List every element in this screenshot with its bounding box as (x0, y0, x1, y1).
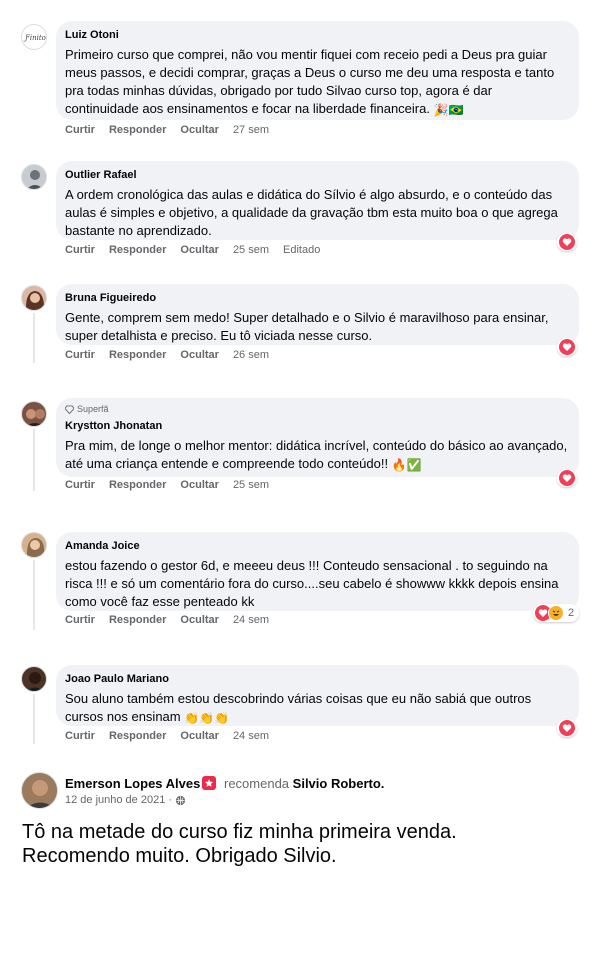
reply-button[interactable]: Responder (109, 124, 166, 136)
comment-author[interactable]: Krystton Jhonatan (65, 419, 569, 434)
comment-bubble: Joao Paulo Mariano Sou aluno também esto… (56, 665, 579, 726)
comment-time[interactable]: 25 sem (233, 479, 269, 491)
thread-line (33, 313, 35, 363)
reply-button[interactable]: Responder (109, 730, 166, 742)
like-button[interactable]: Curtir (65, 479, 95, 491)
post-text-line: Recomendo muito. Obrigado Silvio. (22, 845, 337, 867)
reaction-summary[interactable] (557, 338, 577, 356)
recommended-page-link[interactable]: Silvio Roberto. (293, 776, 385, 791)
comment-actions: Curtir Responder Ocultar 25 sem Editado (65, 244, 334, 256)
comment-text: A ordem cronológica das aulas e didática… (65, 187, 558, 238)
comment-time[interactable]: 27 sem (233, 124, 269, 136)
reaction-summary[interactable] (557, 719, 577, 737)
like-button[interactable]: Curtir (65, 124, 95, 136)
reaction-summary[interactable] (557, 469, 577, 487)
avatar[interactable] (21, 532, 47, 558)
reaction-summary[interactable] (557, 233, 577, 251)
comment-time[interactable]: 24 sem (233, 730, 269, 742)
superfan-badge[interactable]: Superfã (65, 403, 569, 416)
comment-time[interactable]: 26 sem (233, 349, 269, 361)
heart-icon (559, 339, 575, 355)
comment-bubble: Bruna Figueiredo Gente, comprem sem medo… (56, 284, 579, 345)
comment-actions: Curtir Responder Ocultar 27 sem (65, 124, 283, 136)
avatar[interactable] (21, 666, 47, 692)
reaction-count: 2 (568, 607, 575, 619)
hide-button[interactable]: Ocultar (180, 124, 219, 136)
edited-label[interactable]: Editado (283, 244, 320, 256)
comment-bubble: Outlier Rafael A ordem cronológica das a… (56, 161, 579, 240)
post-author-name[interactable]: Emerson Lopes Alves (65, 776, 200, 791)
thread-line (33, 694, 35, 744)
comment-actions: Curtir Responder Ocultar 24 sem (65, 730, 283, 742)
reply-button[interactable]: Responder (109, 614, 166, 626)
post-date: 12 de junho de 2021 · (65, 794, 186, 806)
comment-actions: Curtir Responder Ocultar 25 sem (65, 479, 283, 491)
avatar[interactable] (21, 401, 47, 427)
thread-line (33, 560, 35, 630)
avatar[interactable]: Ƒinito (21, 24, 47, 50)
comment-emoji: 🎉🇧🇷 (433, 103, 464, 117)
hide-button[interactable]: Ocultar (180, 614, 219, 626)
post-timestamp[interactable]: 12 de junho de 2021 · (65, 794, 172, 806)
reply-button[interactable]: Responder (109, 479, 166, 491)
comment-actions: Curtir Responder Ocultar 26 sem (65, 349, 283, 361)
heart-icon (559, 720, 575, 736)
comment-bubble: Superfã Krystton Jhonatan Pra mim, de lo… (56, 398, 579, 477)
comment-author[interactable]: Outlier Rafael (65, 168, 569, 183)
like-button[interactable]: Curtir (65, 614, 95, 626)
superfan-label: Superfã (77, 404, 109, 414)
heart-icon (559, 470, 575, 486)
comment-author[interactable]: Bruna Figueiredo (65, 291, 569, 306)
comment-time[interactable]: 25 sem (233, 244, 269, 256)
comment-emoji: 🔥✅ (391, 458, 422, 472)
avatar[interactable] (21, 285, 47, 311)
comment-actions: Curtir Responder Ocultar 24 sem (65, 614, 283, 626)
comment-bubble: Amanda Joice estou fazendo o gestor 6d, … (56, 532, 579, 611)
comment-text: Primeiro curso que comprei, não vou ment… (65, 47, 555, 117)
like-button[interactable]: Curtir (65, 244, 95, 256)
reply-button[interactable]: Responder (109, 244, 166, 256)
globe-icon (175, 795, 186, 805)
diamond-icon (65, 405, 74, 414)
avatar[interactable] (21, 164, 47, 190)
post-body: Tô na metade do curso fiz minha primeira… (22, 820, 582, 868)
comment-author[interactable]: Joao Paulo Mariano (65, 672, 569, 687)
recommend-icon (202, 776, 217, 790)
heart-icon (559, 234, 575, 250)
post-header: Emerson Lopes Alves recomenda Silvio Rob… (65, 775, 384, 792)
like-button[interactable]: Curtir (65, 730, 95, 742)
comment-text: Gente, comprem sem medo! Super detalhado… (65, 310, 549, 343)
svg-text:Ƒinito: Ƒinito (23, 34, 46, 42)
comment-text: Sou aluno também estou descobrindo vária… (65, 691, 532, 725)
post-author-avatar[interactable] (21, 772, 58, 809)
comment-author[interactable]: Luiz Otoni (65, 28, 569, 43)
post-text-line: Tô na metade do curso fiz minha primeira… (22, 821, 457, 843)
comment-text: Pra mim, de longe o melhor mentor: didát… (65, 438, 568, 472)
thread-line (33, 429, 35, 491)
hide-button[interactable]: Ocultar (180, 244, 219, 256)
hide-button[interactable]: Ocultar (180, 730, 219, 742)
hide-button[interactable]: Ocultar (180, 349, 219, 361)
comment-time[interactable]: 24 sem (233, 614, 269, 626)
recommends-label: recomenda (223, 776, 290, 791)
reply-button[interactable]: Responder (109, 349, 166, 361)
comment-author[interactable]: Amanda Joice (65, 539, 569, 554)
comment-bubble: Luiz Otoni Primeiro curso que comprei, n… (56, 21, 579, 120)
comment-text: estou fazendo o gestor 6d, e meeeu deus … (65, 558, 559, 609)
haha-icon (548, 605, 564, 621)
like-button[interactable]: Curtir (65, 349, 95, 361)
hide-button[interactable]: Ocultar (180, 479, 219, 491)
comment-emoji: 👏👏👏 (184, 711, 230, 725)
reaction-summary[interactable]: 2 (533, 604, 580, 622)
